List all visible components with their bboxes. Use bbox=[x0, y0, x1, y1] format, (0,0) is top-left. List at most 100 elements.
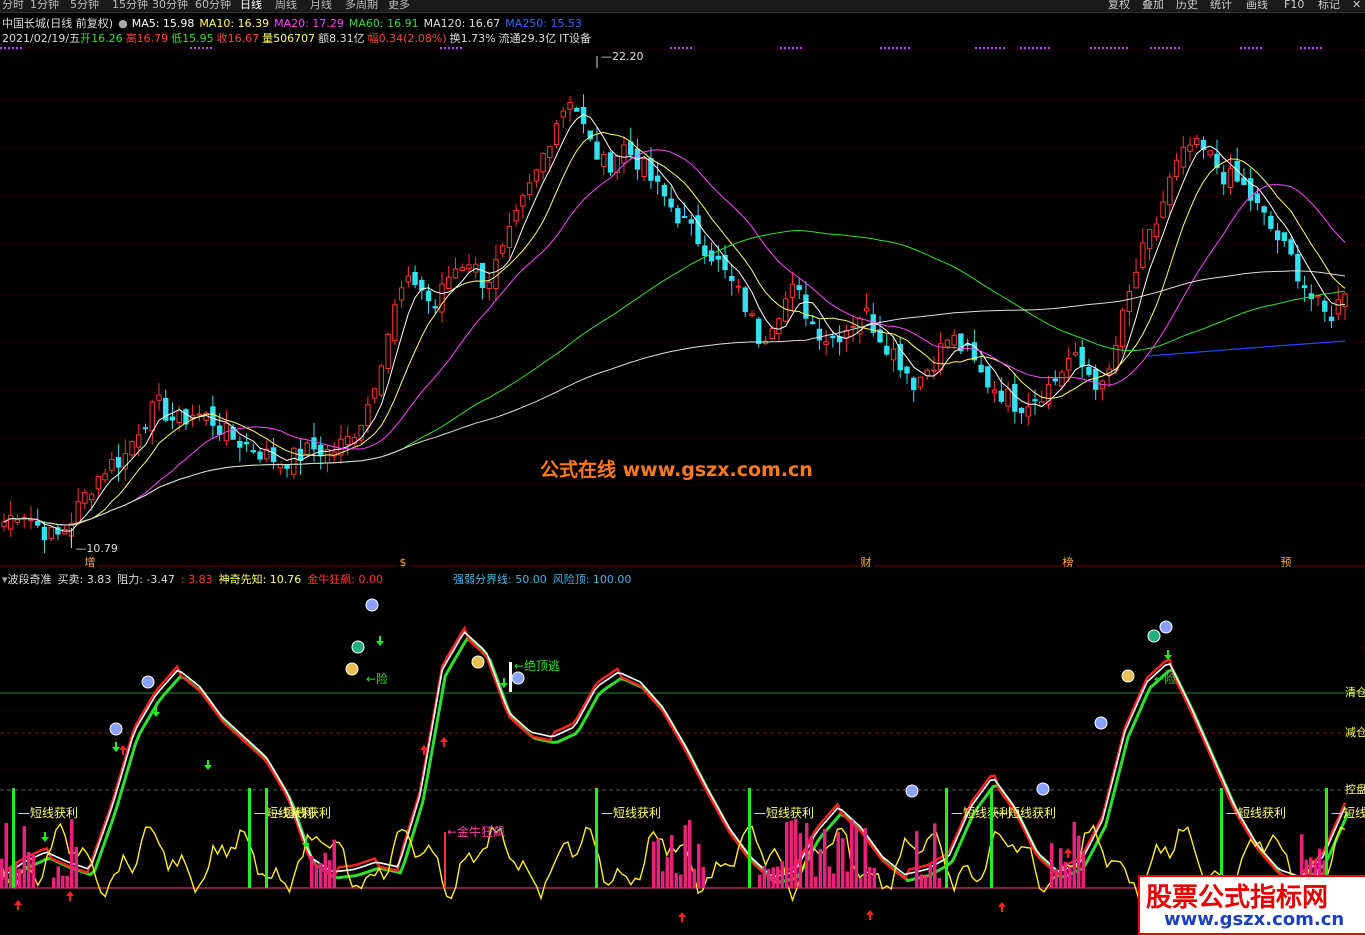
candle-body bbox=[729, 275, 735, 281]
sad-face-icon bbox=[141, 675, 155, 689]
candle-body bbox=[41, 526, 48, 541]
val-value: : 3.83 bbox=[180, 573, 213, 586]
signal-dot bbox=[983, 47, 985, 49]
candle-body bbox=[115, 456, 122, 468]
histogram-bar bbox=[1054, 869, 1058, 888]
signal-dot bbox=[1304, 47, 1306, 49]
candle-body bbox=[493, 259, 499, 290]
sad-face-icon bbox=[109, 722, 123, 736]
short-profit-bar bbox=[12, 788, 15, 888]
signal-dot bbox=[792, 47, 794, 49]
signal-dot bbox=[784, 47, 786, 49]
histogram-bar bbox=[674, 873, 678, 888]
signal-dot bbox=[20, 47, 22, 49]
candle-body bbox=[715, 255, 722, 260]
candle-body bbox=[344, 435, 351, 446]
histogram-bar bbox=[4, 823, 8, 888]
watermark-site: 公式在线 www.gszx.com.cn bbox=[540, 459, 813, 481]
signal-dot bbox=[4, 47, 6, 49]
candle-body bbox=[749, 313, 755, 316]
histogram-bar bbox=[74, 846, 78, 888]
check-icon bbox=[351, 640, 365, 654]
histogram-bar bbox=[656, 838, 660, 888]
signal-dot bbox=[1170, 47, 1172, 49]
candle-body bbox=[897, 344, 903, 371]
up-arrow-icon bbox=[66, 891, 74, 901]
histogram-bar bbox=[310, 855, 314, 888]
bar-info: 2021/02/19/五开16.26 高16.79 低15.95 收16.67 量506… bbox=[2, 30, 591, 46]
candle-body bbox=[654, 175, 661, 182]
candle-body bbox=[789, 283, 796, 298]
candle-body bbox=[601, 153, 607, 167]
candle-body bbox=[1052, 378, 1058, 382]
candle-body bbox=[547, 145, 553, 158]
candle-body bbox=[560, 110, 567, 118]
bar-date: 2021/02/19/五 bbox=[2, 32, 81, 45]
short-profit-label: —短线获利 bbox=[754, 806, 814, 820]
histogram-bar bbox=[1068, 866, 1072, 888]
collapse-icon[interactable]: ▾ bbox=[2, 573, 8, 586]
watermark-logo: 股票公式指标网 www.gszx.com.cn bbox=[1138, 875, 1365, 935]
signal-dot bbox=[1118, 47, 1120, 49]
ma20-value: MA20: 17.29 bbox=[274, 17, 344, 30]
sub-legend: ▾波段奇准 买卖: 3.83 阻力: -3.47: 3.83 神奇先知: 10.76 金… bbox=[2, 571, 631, 587]
candle-body bbox=[830, 335, 836, 339]
candle-body bbox=[1032, 399, 1038, 402]
candle-body bbox=[890, 348, 897, 361]
histogram-bar bbox=[697, 843, 701, 888]
candle-body bbox=[708, 250, 715, 262]
histogram-bar bbox=[758, 874, 762, 888]
signal-dot bbox=[460, 47, 462, 49]
signal-dot bbox=[892, 47, 894, 49]
short-profit-label: —短线获利 bbox=[1226, 806, 1286, 820]
event-label: $ bbox=[400, 556, 407, 569]
histogram-bar bbox=[762, 865, 766, 888]
level-label: 控盘 bbox=[1345, 782, 1365, 796]
histogram-bar bbox=[928, 864, 932, 888]
signal-dot bbox=[1098, 47, 1100, 49]
histogram-bar bbox=[65, 875, 69, 888]
buy-sell-value: 买卖: 3.83 bbox=[57, 573, 112, 586]
histogram-bar bbox=[27, 852, 31, 888]
candle-body bbox=[1153, 223, 1160, 238]
candle-body bbox=[1160, 201, 1166, 218]
settings-icon[interactable]: ● bbox=[118, 17, 128, 30]
candle-body bbox=[702, 245, 708, 257]
candle-body bbox=[169, 416, 176, 421]
histogram-bar bbox=[771, 867, 775, 888]
ma60-value: MA60: 16.91 bbox=[348, 17, 419, 30]
candle-body bbox=[661, 184, 668, 197]
histogram-bar bbox=[933, 823, 937, 888]
money-bag-icon bbox=[1121, 669, 1135, 683]
candle-body bbox=[1207, 150, 1213, 156]
candle-body bbox=[978, 364, 984, 373]
candle-body bbox=[1126, 290, 1133, 313]
up-arrow-icon bbox=[678, 912, 686, 922]
candle-body bbox=[574, 107, 580, 112]
shenqi-value: 神奇先知: 10.76 bbox=[218, 573, 302, 586]
up-arrow-icon bbox=[866, 910, 874, 920]
candle-body bbox=[863, 307, 870, 312]
signal-dot bbox=[1028, 47, 1030, 49]
candle-body bbox=[937, 343, 944, 371]
up-arrow-icon bbox=[440, 737, 448, 747]
candle-body bbox=[850, 325, 856, 328]
candle-body bbox=[34, 520, 41, 526]
candle-body bbox=[304, 442, 310, 456]
candle-body bbox=[425, 290, 432, 302]
histogram-bar bbox=[767, 869, 771, 888]
short-profit-bar bbox=[1220, 788, 1223, 888]
signal-dot bbox=[975, 47, 977, 49]
histogram-bar bbox=[836, 831, 840, 888]
candle-body bbox=[621, 144, 627, 164]
candle-body bbox=[1119, 309, 1126, 347]
bar-high: 高16.79 bbox=[125, 32, 169, 45]
candle-body bbox=[520, 195, 526, 207]
bar-turnover: 换1.73% bbox=[449, 32, 496, 45]
candle-body bbox=[466, 264, 472, 269]
signal-dot bbox=[194, 47, 196, 49]
ma5-value: MA5: 15.98 bbox=[131, 17, 195, 30]
shenqi-line bbox=[4, 636, 1350, 885]
short-profit-bar bbox=[990, 788, 993, 888]
sad-face-icon bbox=[1159, 620, 1173, 634]
